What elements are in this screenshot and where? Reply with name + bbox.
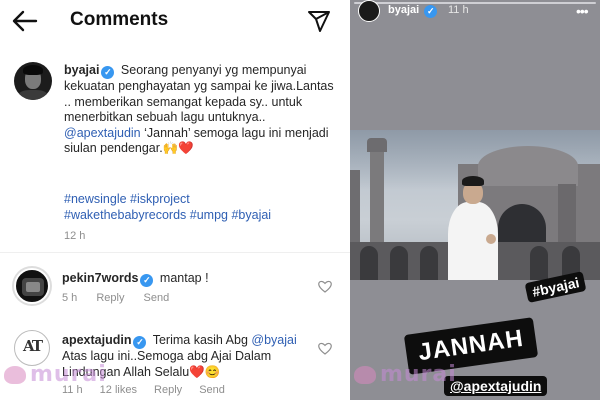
like-heart-icon[interactable] — [318, 280, 332, 293]
watermark-logo-icon — [4, 365, 26, 384]
post-hashtags: #newsingle #iskproject #wakethebabyrecor… — [64, 192, 340, 223]
watermark-text: murai — [30, 362, 107, 387]
more-options-icon[interactable]: ••• — [576, 3, 589, 19]
story-author-avatar[interactable] — [358, 0, 380, 22]
verified-badge-icon: ✓ — [140, 274, 154, 287]
send-button[interactable]: Send — [199, 384, 225, 396]
verified-badge-icon: ✓ — [424, 5, 438, 18]
story-panel[interactable]: byajai ✓ 11 h ••• #byajai JANNAH @apexta… — [350, 0, 600, 400]
reply-button[interactable]: Reply — [96, 292, 124, 304]
comments-header: Comments — [0, 0, 350, 42]
post-timestamp: 12 h — [64, 230, 86, 242]
story-timestamp: 11 h — [448, 4, 469, 16]
comment-meta: 5 h Reply Send — [62, 292, 185, 304]
commenter-avatar[interactable] — [14, 268, 50, 304]
commenter-username[interactable]: pekin7words — [62, 271, 138, 285]
commenter-username[interactable]: apextajudin — [62, 333, 131, 347]
comment-mention[interactable]: @byajai — [251, 333, 296, 347]
logo-icon: AT — [23, 337, 43, 355]
send-icon[interactable] — [306, 8, 332, 34]
comment-emoji: ❤️😊 — [189, 364, 221, 379]
watermark-text: murai — [380, 362, 457, 387]
comment-timestamp: 5 h — [62, 292, 78, 304]
watermark-logo-icon — [354, 365, 376, 384]
post-author-username[interactable]: byajai — [64, 63, 99, 77]
page-title: Comments — [70, 9, 169, 30]
commenter-avatar[interactable]: AT — [14, 330, 50, 366]
back-arrow-icon[interactable] — [10, 8, 40, 34]
story-photo — [350, 130, 600, 280]
watermark: murai — [4, 362, 107, 387]
comments-panel: Comments byajai ✓ Seorang penyanyi yg mem… — [0, 0, 350, 400]
mention-sticker[interactable]: @apextajudin — [444, 376, 548, 396]
comment-text: mantap ! — [159, 271, 209, 285]
caption-mention[interactable]: @apextajudin — [64, 126, 141, 140]
like-heart-icon[interactable] — [318, 342, 332, 355]
reply-button[interactable]: Reply — [154, 384, 182, 396]
post-caption: byajai ✓ Seorang penyanyi yg mempunyai ke… — [64, 63, 340, 157]
divider — [0, 252, 350, 253]
caption-emoji: 🙌❤️ — [162, 141, 194, 155]
comment-text: Terima kasih Abg — [152, 333, 248, 347]
watermark: murai — [354, 362, 457, 387]
story-username[interactable]: byajai ✓ — [388, 4, 440, 18]
post-author-avatar[interactable] — [14, 62, 52, 100]
hashtag-line[interactable]: #newsingle #iskproject — [64, 192, 340, 208]
hashtag-line[interactable]: #wakethebabyrecords #umpg #byajai — [64, 208, 340, 224]
verified-badge-icon: ✓ — [133, 336, 147, 349]
send-button[interactable]: Send — [144, 292, 170, 304]
comment-body: pekin7words ✓ mantap ! — [62, 271, 209, 287]
verified-badge-icon: ✓ — [101, 66, 115, 79]
